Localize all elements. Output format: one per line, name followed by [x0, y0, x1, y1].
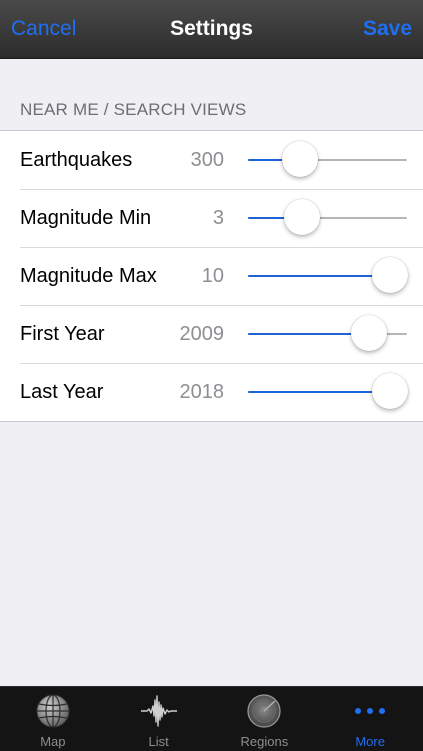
setting-label: Magnitude Max [20, 265, 157, 287]
setting-row-magnitude-max: Magnitude Max 10 [0, 247, 423, 305]
tab-map[interactable]: Map [0, 687, 106, 751]
setting-value: 2009 [179, 323, 225, 345]
setting-value: 3 [212, 207, 224, 229]
setting-label: Earthquakes [20, 149, 133, 171]
magnitude-min-slider[interactable] [248, 199, 407, 235]
setting-value: 300 [190, 149, 224, 171]
tab-bar: Map List Regions More [0, 686, 423, 751]
setting-row-last-year: Last Year 2018 [0, 363, 423, 421]
slider-thumb[interactable] [284, 199, 321, 235]
magnitude-max-slider[interactable] [248, 257, 408, 293]
setting-row-earthquakes: Earthquakes 300 [0, 131, 423, 189]
tab-label: More [355, 734, 385, 749]
slider-fill [248, 275, 390, 277]
last-year-slider[interactable] [248, 373, 408, 409]
tab-label: Map [40, 734, 66, 749]
navigation-bar: Cancel Settings Save [0, 0, 423, 59]
slider-thumb[interactable] [371, 257, 408, 293]
tab-more[interactable]: More [317, 687, 423, 751]
globe-icon [35, 693, 71, 729]
slider-thumb[interactable] [350, 315, 387, 351]
setting-value: 2018 [179, 381, 225, 403]
slider-thumb[interactable] [282, 141, 319, 177]
setting-label: First Year [20, 323, 105, 345]
setting-label: Magnitude Min [20, 207, 152, 229]
earthquakes-slider[interactable] [248, 141, 407, 177]
tab-list[interactable]: List [106, 687, 212, 751]
tab-label: List [148, 734, 169, 749]
tab-regions[interactable]: Regions [212, 687, 318, 751]
setting-value: 10 [201, 265, 224, 287]
settings-table: Earthquakes 300 Magnitude Min 3 Magnitud… [0, 130, 423, 422]
radar-icon [246, 693, 282, 729]
first-year-slider[interactable] [248, 315, 407, 351]
save-button[interactable]: Save [363, 0, 412, 58]
slider-thumb[interactable] [371, 373, 408, 409]
more-dots-icon [352, 693, 388, 729]
page-title: Settings [170, 17, 253, 40]
setting-label: Last Year [20, 381, 104, 403]
tab-label: Regions [240, 734, 289, 749]
section-header: NEAR ME / SEARCH VIEWS [20, 100, 247, 119]
waveform-icon [140, 693, 177, 729]
setting-row-first-year: First Year 2009 [0, 305, 423, 363]
slider-fill [248, 391, 390, 393]
setting-row-magnitude-min: Magnitude Min 3 [0, 189, 423, 247]
